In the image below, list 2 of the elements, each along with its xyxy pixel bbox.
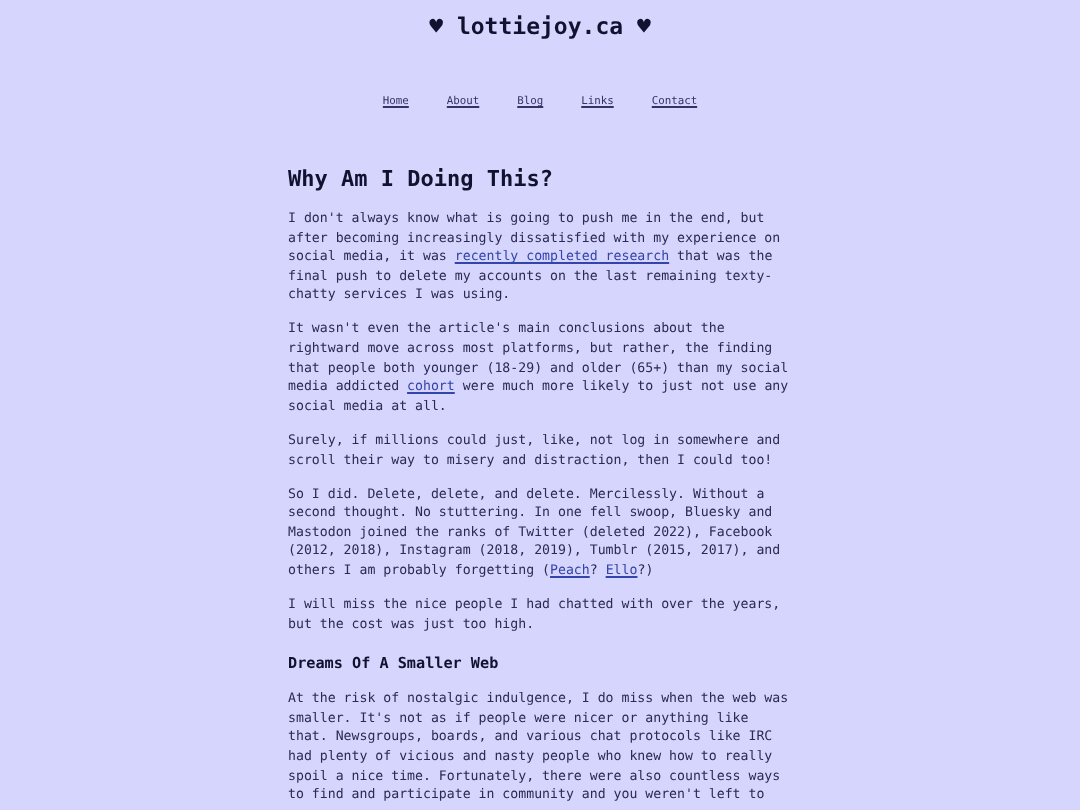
article-title: Why Am I Doing This? xyxy=(288,166,555,192)
site-title: ♥ lottiejoy.ca ♥ xyxy=(429,12,651,40)
